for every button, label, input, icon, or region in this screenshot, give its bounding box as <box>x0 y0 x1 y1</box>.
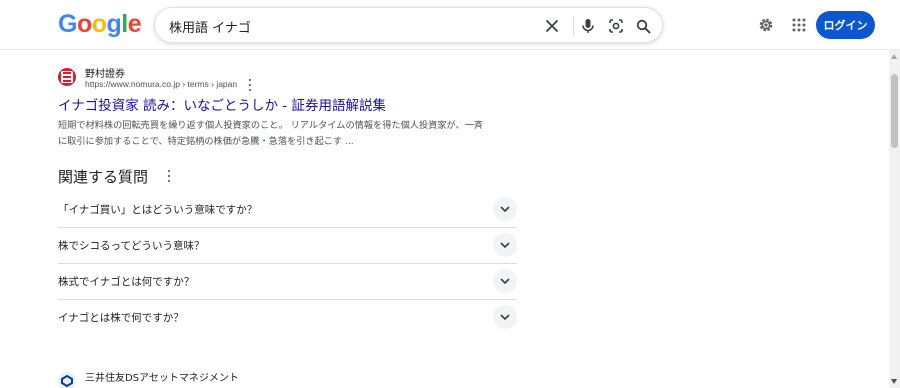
lens-icon[interactable] <box>607 17 625 35</box>
result-site-name[interactable]: 三井住友DSアセットマネジメント <box>85 369 239 384</box>
snippet-line: 短期で材料株の回転売買を繰り返す個人投資家のこと。 リアルタイムの情報を得た個人… <box>58 120 484 131</box>
chevron-down-icon[interactable] <box>493 197 517 221</box>
search-divider <box>573 16 574 36</box>
scrollbar-thumb[interactable] <box>891 74 898 148</box>
settings-gear-icon[interactable] <box>756 15 776 35</box>
related-question-item[interactable]: 株式でイナゴとは何ですか？ <box>58 264 517 300</box>
result-snippet: 短期で材料株の回転売買を繰り返す個人投資家のこと。 リアルタイムの情報を得た個人… <box>58 118 528 150</box>
logo-letter: g <box>106 10 122 38</box>
login-button[interactable]: ログイン <box>816 11 875 39</box>
related-question-item[interactable]: イナゴとは株で何ですか？ <box>58 300 517 336</box>
related-questions-options-icon[interactable] <box>164 170 174 182</box>
search-icon[interactable] <box>634 17 652 35</box>
apps-grid-icon[interactable] <box>789 15 809 35</box>
related-question-text: イナゴとは株で何ですか？ <box>58 312 184 324</box>
search-box <box>154 7 663 43</box>
google-logo[interactable]: Google <box>58 10 142 39</box>
logo-letter: e <box>127 10 142 38</box>
logo-letter: G <box>58 10 77 38</box>
chevron-down-icon[interactable] <box>493 269 517 293</box>
snippet-line: に取引に参加することで、特定銘柄の株価が急騰・急落を引き起こす ... <box>58 136 354 147</box>
nomura-favicon <box>58 68 76 86</box>
related-questions-list: 「イナゴ買い」とはどういう意味ですか？ 株でシコるってどういう意味？ 株式でイナ… <box>58 192 517 336</box>
result-site-name[interactable]: 野村證券 <box>85 65 125 80</box>
scroll-down-arrow-icon[interactable] <box>891 379 897 384</box>
scroll-up-arrow-icon[interactable] <box>891 54 897 59</box>
close-icon[interactable] <box>543 17 561 35</box>
result-site-url[interactable]: https://www.nomura.co.jp › terms › japan <box>85 79 237 89</box>
related-questions-heading: 関連する質問 <box>58 168 149 186</box>
related-question-item[interactable]: 株でシコるってどういう意味？ <box>58 228 517 264</box>
chevron-down-icon[interactable] <box>493 305 517 329</box>
header-bar: Google ログイン <box>0 0 900 50</box>
more-options-icon[interactable] <box>245 79 255 91</box>
search-result: 三井住友DSアセットマネジメント <box>58 372 528 388</box>
related-question-text: 「イナゴ買い」とはどういう意味ですか？ <box>58 204 258 216</box>
scrollbar[interactable] <box>889 50 900 388</box>
smd-am-favicon <box>58 372 76 388</box>
chevron-down-icon[interactable] <box>493 233 517 257</box>
logo-letter: o <box>76 10 92 38</box>
logo-letter: o <box>91 10 107 38</box>
result-title-link[interactable]: イナゴ投資家 読み：いなごとうしか - 証券用語解説集 <box>58 94 386 114</box>
related-question-text: 株式でイナゴとは何ですか？ <box>58 276 195 288</box>
related-question-text: 株でシコるってどういう意味？ <box>58 240 205 252</box>
related-question-item[interactable]: 「イナゴ買い」とはどういう意味ですか？ <box>58 192 517 228</box>
search-result: 野村證券 https://www.nomura.co.jp › terms › … <box>58 68 528 158</box>
search-input[interactable] <box>169 15 529 37</box>
microphone-icon[interactable] <box>579 17 597 35</box>
